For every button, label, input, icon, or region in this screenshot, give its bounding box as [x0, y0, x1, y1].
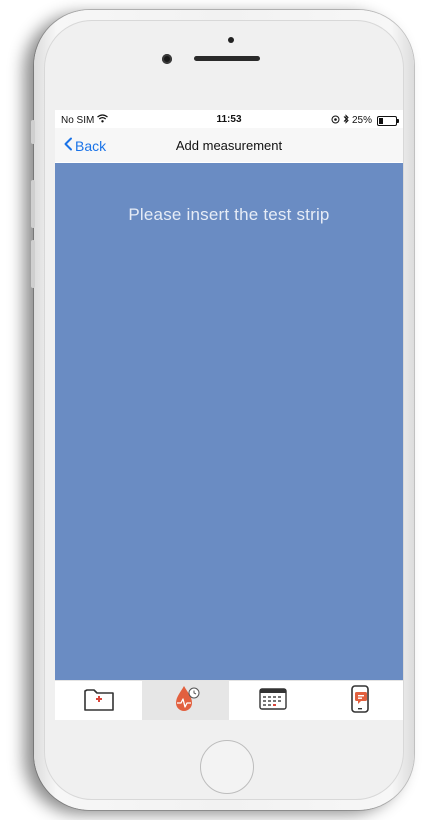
tab-add-measurement[interactable]	[142, 681, 229, 720]
status-bar: No SIM 11:53 25%	[55, 110, 403, 128]
medical-folder-icon	[82, 685, 116, 718]
battery-percent: 25%	[351, 115, 372, 126]
tab-bar	[55, 680, 403, 720]
earpiece-speaker	[194, 56, 260, 61]
volume-up-button	[31, 180, 35, 228]
navigation-bar: Back Add measurement	[55, 128, 403, 162]
tab-records[interactable]	[55, 681, 142, 720]
battery-icon	[377, 115, 399, 126]
blood-drop-measure-icon	[169, 682, 203, 721]
battery-fill	[379, 117, 383, 124]
volume-down-button	[31, 240, 35, 288]
tab-messages[interactable]	[316, 681, 403, 720]
location-icon	[331, 115, 340, 127]
insert-strip-prompt: Please insert the test strip	[128, 205, 330, 224]
mute-switch	[31, 120, 35, 144]
app-screen: No SIM 11:53 25% Back Add measurement Pl…	[55, 110, 403, 720]
front-camera	[162, 54, 172, 64]
tab-calendar[interactable]	[229, 681, 316, 720]
sensor-dot	[228, 37, 234, 43]
home-button[interactable]	[200, 740, 254, 794]
bluetooth-icon	[343, 114, 349, 127]
status-right: 25%	[331, 114, 399, 127]
phone-message-icon	[346, 684, 374, 719]
calendar-icon	[256, 685, 290, 718]
page-title: Add measurement	[175, 138, 283, 153]
measurement-panel: Please insert the test strip	[55, 163, 403, 680]
